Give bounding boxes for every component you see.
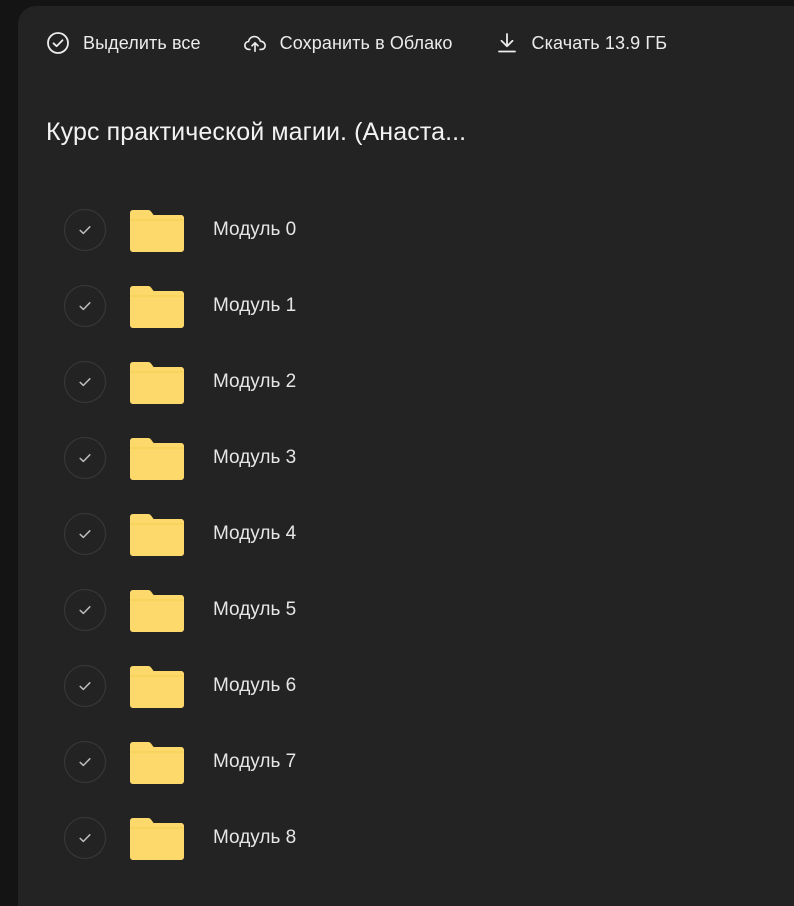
save-to-cloud-button[interactable]: Сохранить в Облако: [243, 31, 453, 55]
folder-icon: [129, 739, 185, 785]
list-item[interactable]: Модуль 2: [64, 344, 296, 420]
list-item[interactable]: Модуль 4: [64, 496, 296, 572]
download-label: Скачать 13.9 ГБ: [531, 32, 668, 53]
item-name: Модуль 2: [213, 371, 297, 392]
checkmark-icon: [79, 302, 91, 311]
file-list: Модуль 0 Модуль 1 Модуль 2 Модуль 3 Моду…: [64, 192, 296, 876]
toolbar: Выделить все Сохранить в Облако Скачать …: [46, 30, 667, 56]
list-item[interactable]: Модуль 3: [64, 420, 296, 496]
checkmark-icon: [79, 378, 91, 387]
folder-icon: [129, 815, 185, 861]
download-icon: [495, 31, 519, 55]
select-checkbox[interactable]: [64, 361, 106, 403]
list-item[interactable]: Модуль 5: [64, 572, 296, 648]
select-checkbox[interactable]: [64, 513, 106, 555]
folder-icon: [129, 207, 185, 253]
select-checkbox[interactable]: [64, 741, 106, 783]
folder-title: Курс практической магии. (Анаста...: [46, 118, 467, 146]
select-checkbox[interactable]: [64, 817, 106, 859]
checkmark-icon: [79, 834, 91, 843]
folder-icon: [129, 435, 185, 481]
select-checkbox[interactable]: [64, 665, 106, 707]
item-name: Модуль 3: [213, 447, 297, 468]
checkmark-icon: [79, 226, 91, 235]
cloud-upload-icon: [243, 31, 267, 55]
list-item[interactable]: Модуль 7: [64, 724, 296, 800]
select-all-label: Выделить все: [83, 32, 201, 53]
check-circle-icon: [46, 31, 70, 55]
folder-icon: [129, 663, 185, 709]
select-all-button[interactable]: Выделить все: [46, 31, 201, 55]
select-checkbox[interactable]: [64, 589, 106, 631]
checkmark-icon: [79, 758, 91, 767]
item-name: Модуль 8: [213, 827, 297, 848]
item-name: Модуль 0: [213, 219, 297, 240]
checkmark-icon: [79, 682, 91, 691]
checkmark-icon: [79, 454, 91, 463]
folder-icon: [129, 587, 185, 633]
list-item[interactable]: Модуль 6: [64, 648, 296, 724]
checkmark-icon: [79, 530, 91, 539]
item-name: Модуль 1: [213, 295, 297, 316]
download-button[interactable]: Скачать 13.9 ГБ: [495, 31, 668, 55]
save-to-cloud-label: Сохранить в Облако: [279, 32, 453, 53]
select-checkbox[interactable]: [64, 209, 106, 251]
folder-icon: [129, 359, 185, 405]
folder-icon: [129, 511, 185, 557]
list-item[interactable]: Модуль 0: [64, 192, 296, 268]
item-name: Модуль 7: [213, 751, 297, 772]
checkmark-icon: [79, 606, 91, 615]
item-name: Модуль 4: [213, 523, 297, 544]
item-name: Модуль 5: [213, 599, 297, 620]
list-item[interactable]: Модуль 8: [64, 800, 296, 876]
select-checkbox[interactable]: [64, 437, 106, 479]
folder-icon: [129, 283, 185, 329]
list-item[interactable]: Модуль 1: [64, 268, 296, 344]
file-browser-panel: Выделить все Сохранить в Облако Скачать …: [18, 6, 794, 906]
item-name: Модуль 6: [213, 675, 297, 696]
select-checkbox[interactable]: [64, 285, 106, 327]
